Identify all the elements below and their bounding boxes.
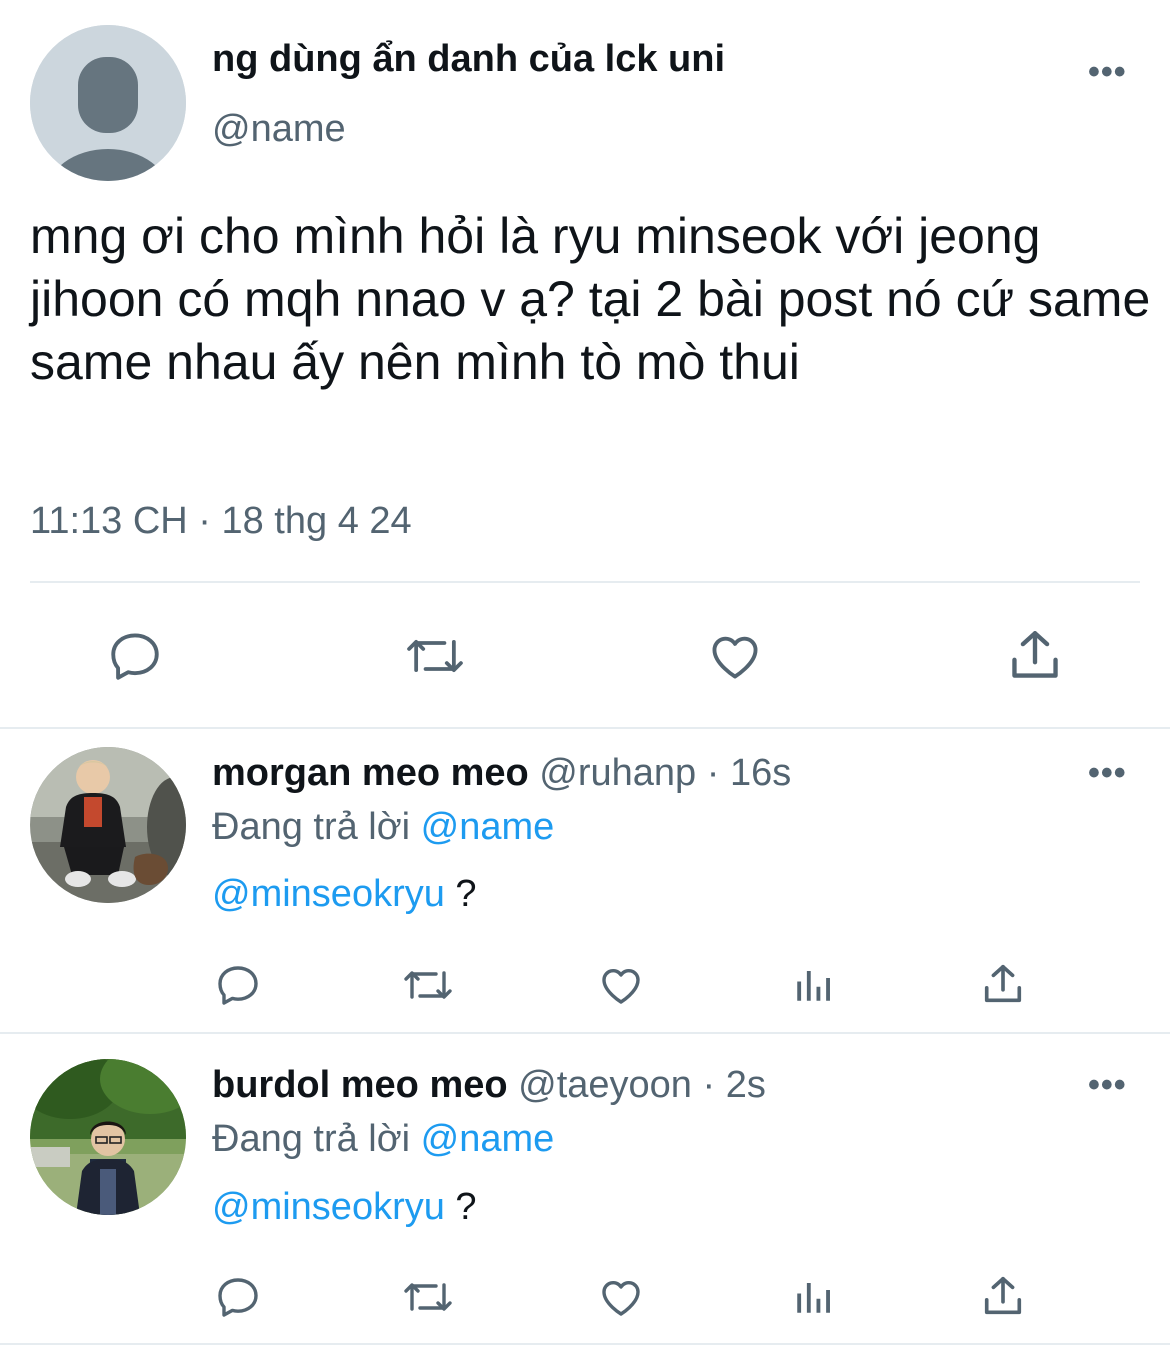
reply-avatar[interactable] xyxy=(30,1059,186,1215)
author-avatar[interactable] xyxy=(30,25,186,181)
heart-icon[interactable] xyxy=(594,1272,648,1322)
reply-body: ? xyxy=(444,1186,477,1228)
more-options-icon[interactable]: ••• xyxy=(1088,55,1127,89)
retweet-icon[interactable] xyxy=(398,624,472,688)
reply-handle-time[interactable]: @taeyoon · 2s xyxy=(518,1064,766,1106)
reply-text: @minseokryu ? xyxy=(212,873,477,916)
mention-link[interactable]: @minseokryu xyxy=(212,1186,445,1228)
replying-mention-link[interactable]: @name xyxy=(421,1118,555,1160)
reply-header: morgan meo meo @ruhanp · 16s xyxy=(212,752,791,795)
more-options-icon[interactable]: ••• xyxy=(1088,756,1127,790)
reply-display-name[interactable]: burdol meo meo xyxy=(212,1064,508,1106)
divider xyxy=(0,727,1170,729)
share-icon[interactable] xyxy=(978,1270,1028,1322)
replying-to: Đang trả lời @name xyxy=(212,1118,554,1161)
analytics-icon[interactable] xyxy=(790,960,836,1010)
reply-icon[interactable] xyxy=(100,624,170,688)
author-handle[interactable]: @name xyxy=(212,108,346,151)
reply-display-name[interactable]: morgan meo meo xyxy=(212,752,529,794)
replying-mention-link[interactable]: @name xyxy=(421,806,555,848)
reply-header: burdol meo meo @taeyoon · 2s xyxy=(212,1064,766,1107)
author-display-name[interactable]: ng dùng ẩn danh của lck uni xyxy=(212,38,725,81)
more-options-icon[interactable]: ••• xyxy=(1088,1068,1127,1102)
heart-icon[interactable] xyxy=(700,624,770,688)
divider xyxy=(0,1343,1170,1345)
divider xyxy=(30,581,1140,583)
reply-avatar[interactable] xyxy=(30,747,186,903)
retweet-icon[interactable] xyxy=(398,1272,458,1322)
replying-prefix: Đang trả lời xyxy=(212,806,411,848)
reply-handle-time[interactable]: @ruhanp · 16s xyxy=(539,752,791,794)
divider xyxy=(0,1032,1170,1034)
analytics-icon[interactable] xyxy=(790,1272,836,1322)
reply-body: ? xyxy=(444,873,477,915)
heart-icon[interactable] xyxy=(594,960,648,1010)
retweet-icon[interactable] xyxy=(398,960,458,1010)
tweet-text: mng ơi cho mình hỏi là ryu minseok với j… xyxy=(30,208,1151,390)
reply-text: @minseokryu ? xyxy=(212,1186,477,1229)
reply-icon[interactable] xyxy=(210,1272,266,1322)
replying-prefix: Đang trả lời xyxy=(212,1118,411,1160)
replying-to: Đang trả lời @name xyxy=(212,806,554,849)
share-icon[interactable] xyxy=(1000,622,1070,688)
share-icon[interactable] xyxy=(978,958,1028,1010)
reply-icon[interactable] xyxy=(210,960,266,1010)
tweet-timestamp[interactable]: 11:13 CH · 18 thg 4 24 xyxy=(30,500,412,543)
mention-link[interactable]: @minseokryu xyxy=(212,873,445,915)
